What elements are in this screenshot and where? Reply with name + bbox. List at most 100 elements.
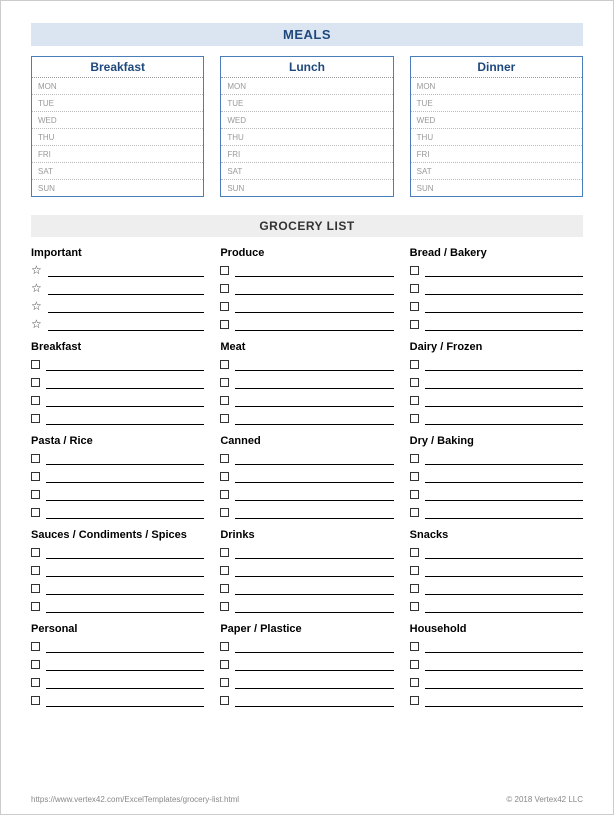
checkbox-icon [410,508,419,517]
write-line [235,564,393,577]
checkbox-icon [31,454,40,463]
checkbox-icon [220,360,229,369]
grocery-line [31,391,204,409]
checkbox-icon [410,490,419,499]
checkbox-icon [220,696,229,705]
meal-column-title: Dinner [411,57,582,78]
grocery-category-label: Drinks [220,529,393,543]
write-line [46,676,204,689]
checkbox-icon [31,696,40,705]
write-line [425,676,583,689]
write-line [235,412,393,425]
grocery-category-label: Snacks [410,529,583,543]
write-line [46,600,204,613]
write-line [425,488,583,501]
grocery-section: Canned [220,435,393,521]
grocery-line [410,673,583,691]
meal-day-row: SAT [221,163,392,180]
grocery-line [220,315,393,333]
grocery-line [31,467,204,485]
meal-column-title: Breakfast [32,57,203,78]
checkbox-icon [31,508,40,517]
grocery-line: ☆ [31,315,204,333]
checkbox-icon [31,414,40,423]
grocery-line [220,673,393,691]
checkbox-icon [220,320,229,329]
write-line [425,264,583,277]
grocery-line [31,673,204,691]
write-line [425,376,583,389]
checkbox-icon [410,302,419,311]
grocery-line [410,597,583,615]
grocery-line [410,315,583,333]
write-line [235,452,393,465]
checkbox-icon [31,472,40,481]
write-line [425,412,583,425]
meal-day-row: WED [411,112,582,129]
meal-day-row: FRI [32,146,203,163]
meal-day-row: SUN [411,180,582,196]
checkbox-icon [31,602,40,611]
grocery-line [410,449,583,467]
write-line [48,282,204,295]
grocery-line: ☆ [31,297,204,315]
meal-day-row: TUE [221,95,392,112]
write-line [235,264,393,277]
grocery-line [410,543,583,561]
checkbox-icon [31,396,40,405]
write-line [46,564,204,577]
checkbox-icon [220,660,229,669]
write-line [235,546,393,559]
checkbox-icon [220,454,229,463]
checkbox-icon [410,454,419,463]
grocery-line: ☆ [31,279,204,297]
checkbox-icon [410,548,419,557]
grocery-section: Bread / Bakery [410,247,583,333]
grocery-category-label: Paper / Plastice [220,623,393,637]
grocery-category-label: Dairy / Frozen [410,341,583,355]
grocery-grid: Important☆☆☆☆BreakfastPasta / RiceSauces… [31,247,583,717]
write-line [235,694,393,707]
checkbox-icon [410,660,419,669]
grocery-line [31,655,204,673]
grocery-line [410,467,583,485]
write-line [425,582,583,595]
grocery-line [31,409,204,427]
grocery-line [220,449,393,467]
grocery-section: Drinks [220,529,393,615]
write-line [235,600,393,613]
meal-day-row: THU [411,129,582,146]
checkbox-icon [31,678,40,687]
write-line [48,318,204,331]
grocery-line [31,503,204,521]
meal-day-row: MON [32,78,203,95]
checkbox-icon [410,266,419,275]
checkbox-icon [220,584,229,593]
grocery-category-label: Dry / Baking [410,435,583,449]
grocery-line [31,561,204,579]
grocery-line [410,409,583,427]
write-line [46,452,204,465]
meals-row: BreakfastMONTUEWEDTHUFRISATSUNLunchMONTU… [31,56,583,197]
grocery-line [220,503,393,521]
meal-column: DinnerMONTUEWEDTHUFRISATSUN [410,56,583,197]
checkbox-icon [220,266,229,275]
write-line [425,640,583,653]
grocery-column: Bread / Bakery Dairy / Frozen Dry / Baking… [410,247,583,717]
write-line [235,640,393,653]
write-line [425,300,583,313]
grocery-category-label: Household [410,623,583,637]
write-line [235,582,393,595]
write-line [425,658,583,671]
footer-url: https://www.vertex42.com/ExcelTemplates/… [31,795,239,804]
checkbox-icon [410,696,419,705]
grocery-section: Dairy / Frozen [410,341,583,427]
write-line [235,676,393,689]
grocery-line [220,637,393,655]
grocery-line [220,409,393,427]
checkbox-icon [410,378,419,387]
checkbox-icon [410,320,419,329]
write-line [235,300,393,313]
grocery-header: GROCERY LIST [31,215,583,237]
grocery-line [220,355,393,373]
